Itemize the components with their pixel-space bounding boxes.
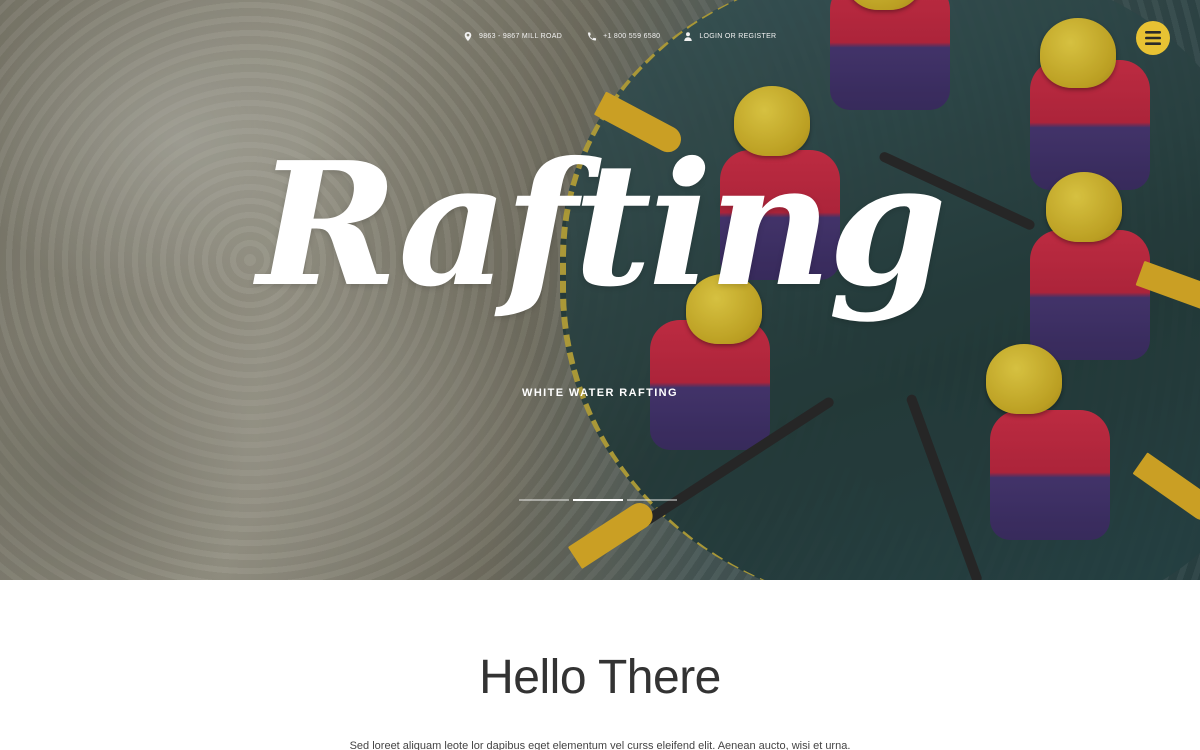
section-text: Sed loreet aliquam leote lor dapibus ege… [349, 740, 851, 750]
slider-dot-active[interactable] [573, 499, 623, 501]
address-text: 9863 - 9867 Mill Road [479, 33, 563, 40]
slider-dot[interactable] [519, 499, 569, 501]
map-pin-icon [464, 32, 472, 41]
address-link[interactable]: 9863 - 9867 Mill Road [464, 32, 562, 41]
hamburger-menu-icon [1145, 31, 1161, 45]
menu-button[interactable] [1136, 21, 1170, 55]
hero-banner: 9863 - 9867 Mill Road +1 800 559 6580 Lo… [0, 0, 1200, 580]
slider-dot[interactable] [627, 499, 677, 501]
slider-pagination [519, 499, 677, 501]
login-link[interactable]: Login or register [684, 32, 776, 41]
section-title: Hello There [479, 651, 721, 704]
login-text: Login or register [699, 33, 777, 40]
phone-icon [588, 32, 597, 41]
top-info-bar: 9863 - 9867 Mill Road +1 800 559 6580 Lo… [464, 32, 776, 41]
hero-subtitle: WHITE WATER RAFTING [522, 387, 678, 399]
user-icon [684, 32, 693, 41]
phone-text: +1 800 559 6580 [603, 33, 661, 40]
phone-link[interactable]: +1 800 559 6580 [588, 32, 660, 41]
hero-title: Rafting [256, 125, 947, 325]
